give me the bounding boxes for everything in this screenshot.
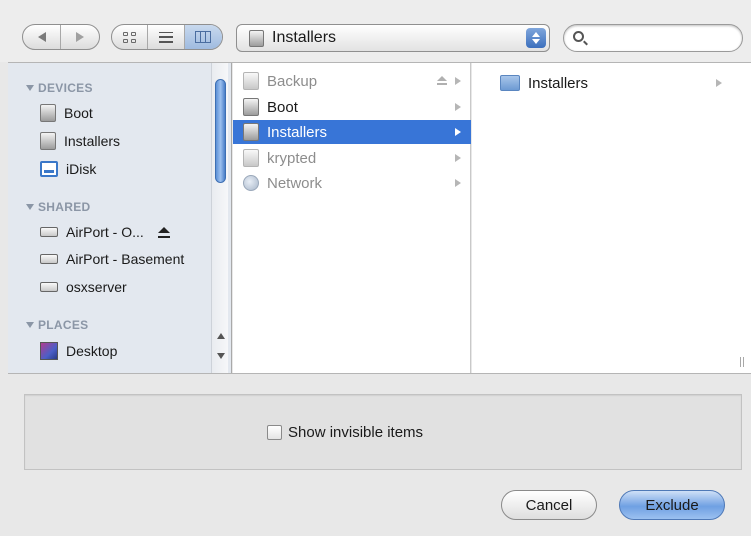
disk-icon bbox=[40, 104, 56, 122]
back-arrow-icon bbox=[37, 32, 46, 42]
sidebar-item-airport-basement[interactable]: AirPort - Basement bbox=[40, 247, 184, 271]
folder-icon bbox=[500, 75, 520, 91]
list-view-button[interactable] bbox=[148, 25, 185, 49]
scroll-up-arrow-icon[interactable] bbox=[217, 333, 225, 339]
path-popup[interactable]: Installers bbox=[236, 24, 550, 52]
sidebar-item-osxserver[interactable]: osxserver bbox=[40, 275, 127, 299]
sidebar-item-label: iDisk bbox=[66, 161, 97, 177]
toolbar: Installers bbox=[0, 0, 751, 62]
network-computer-icon bbox=[40, 227, 58, 237]
list-view-icon bbox=[159, 31, 174, 43]
sidebar-scrollbar[interactable] bbox=[211, 63, 228, 373]
chevron-right-icon bbox=[455, 77, 461, 85]
sidebar-item-label: osxserver bbox=[66, 279, 127, 295]
file-browser: DEVICES Boot Installers iDisk SHARED Air… bbox=[8, 62, 751, 374]
disclosure-triangle-icon bbox=[26, 204, 34, 210]
sidebar-item-installers[interactable]: Installers bbox=[40, 129, 120, 153]
sidebar-item-label: AirPort - Basement bbox=[66, 251, 185, 267]
column-resize-handle[interactable] bbox=[740, 357, 744, 367]
idisk-icon bbox=[40, 161, 58, 177]
chevron-right-icon bbox=[716, 79, 722, 87]
disk-icon bbox=[249, 29, 264, 47]
chevron-right-icon bbox=[455, 179, 461, 187]
column-row-network[interactable]: Network bbox=[233, 171, 471, 195]
options-panel: Show invisible items bbox=[24, 394, 742, 470]
show-invisible-items-option[interactable]: Show invisible items bbox=[267, 424, 423, 441]
sidebar-item-label: Boot bbox=[64, 105, 93, 121]
disk-icon bbox=[243, 72, 259, 90]
sidebar-heading-devices[interactable]: DEVICES bbox=[26, 81, 93, 95]
desktop-icon bbox=[40, 342, 58, 360]
forward-button[interactable] bbox=[61, 25, 99, 49]
chevron-right-icon bbox=[455, 128, 461, 136]
column-view-button[interactable] bbox=[184, 25, 222, 49]
sidebar-item-boot[interactable]: Boot bbox=[40, 101, 93, 125]
sidebar-item-label: Desktop bbox=[66, 343, 118, 359]
forward-arrow-icon bbox=[76, 32, 84, 42]
back-forward-control bbox=[22, 24, 100, 50]
show-invisible-items-label: Show invisible items bbox=[288, 424, 424, 441]
disclosure-triangle-icon bbox=[26, 85, 34, 91]
network-computer-icon bbox=[40, 282, 58, 292]
open-dialog: Installers DEVICES Boot Installers iDisk… bbox=[0, 0, 751, 536]
disk-icon bbox=[243, 98, 259, 116]
sidebar: DEVICES Boot Installers iDisk SHARED Air… bbox=[8, 63, 232, 373]
show-invisible-items-checkbox[interactable] bbox=[267, 425, 282, 440]
icon-view-button[interactable] bbox=[112, 25, 149, 49]
back-button[interactable] bbox=[23, 25, 62, 49]
search-field[interactable] bbox=[563, 24, 743, 52]
icon-view-icon bbox=[123, 31, 137, 43]
column-row-installers-folder[interactable]: Installers bbox=[472, 71, 738, 95]
view-mode-control bbox=[111, 24, 223, 50]
sidebar-item-label: AirPort - O... bbox=[66, 224, 144, 240]
column-view-icon bbox=[195, 31, 212, 43]
column-row-backup[interactable]: Backup bbox=[233, 69, 471, 93]
column-row-krypted[interactable]: krypted bbox=[233, 146, 471, 170]
browser-column-2: Installers bbox=[472, 63, 751, 373]
disk-icon bbox=[243, 149, 259, 167]
disk-icon bbox=[40, 132, 56, 150]
sidebar-heading-shared[interactable]: SHARED bbox=[26, 200, 90, 214]
sidebar-scroll-thumb[interactable] bbox=[215, 79, 226, 183]
sidebar-item-desktop[interactable]: Desktop bbox=[40, 339, 117, 363]
disk-icon bbox=[243, 123, 259, 141]
browser-column-1: Backup Boot Installers krypted Network bbox=[233, 63, 481, 373]
disclosure-triangle-icon bbox=[26, 322, 34, 328]
sidebar-item-label: Installers bbox=[64, 133, 121, 149]
sidebar-item-idisk[interactable]: iDisk bbox=[40, 157, 96, 181]
exclude-button[interactable]: Exclude bbox=[619, 490, 725, 520]
globe-icon bbox=[243, 175, 259, 191]
chevron-right-icon bbox=[455, 103, 461, 111]
network-computer-icon bbox=[40, 254, 58, 264]
sidebar-item-airport-o[interactable]: AirPort - O... bbox=[40, 220, 170, 244]
cancel-button[interactable]: Cancel bbox=[501, 490, 597, 520]
sidebar-heading-places[interactable]: PLACES bbox=[26, 318, 88, 332]
search-icon bbox=[573, 31, 584, 42]
path-popup-label: Installers bbox=[272, 29, 337, 46]
column-row-boot[interactable]: Boot bbox=[233, 95, 471, 119]
eject-icon[interactable] bbox=[437, 76, 447, 86]
column-row-installers[interactable]: Installers bbox=[233, 120, 471, 144]
eject-icon[interactable] bbox=[157, 226, 170, 238]
chevron-right-icon bbox=[455, 154, 461, 162]
scroll-down-arrow-icon[interactable] bbox=[217, 353, 225, 359]
popup-arrows-icon bbox=[526, 28, 546, 48]
